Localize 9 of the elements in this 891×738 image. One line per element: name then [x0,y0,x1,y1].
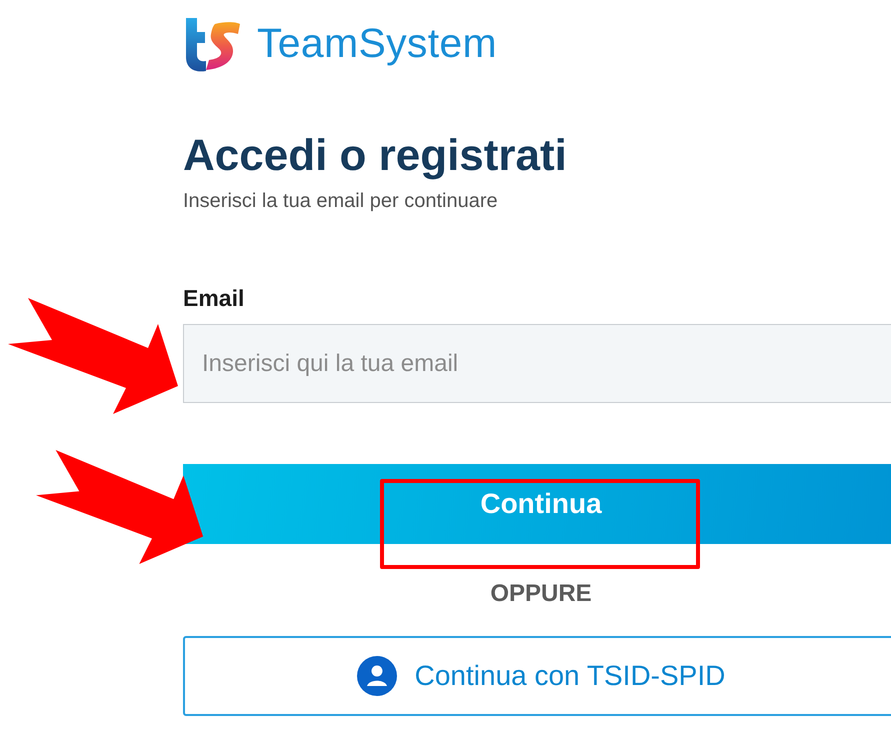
email-input[interactable]: Inserisci qui la tua email [183,324,891,403]
continue-button[interactable]: Continua [183,464,891,544]
page-title: Accedi o registrati [183,130,567,182]
separator-text: OPPURE [490,580,592,608]
user-icon [356,656,397,696]
email-label: Email [183,285,244,312]
spid-button[interactable]: Continua con TSID-SPID [183,636,891,716]
subtitle: Inserisci la tua email per continuare [183,190,498,213]
brand-name: TeamSystem [257,20,497,66]
